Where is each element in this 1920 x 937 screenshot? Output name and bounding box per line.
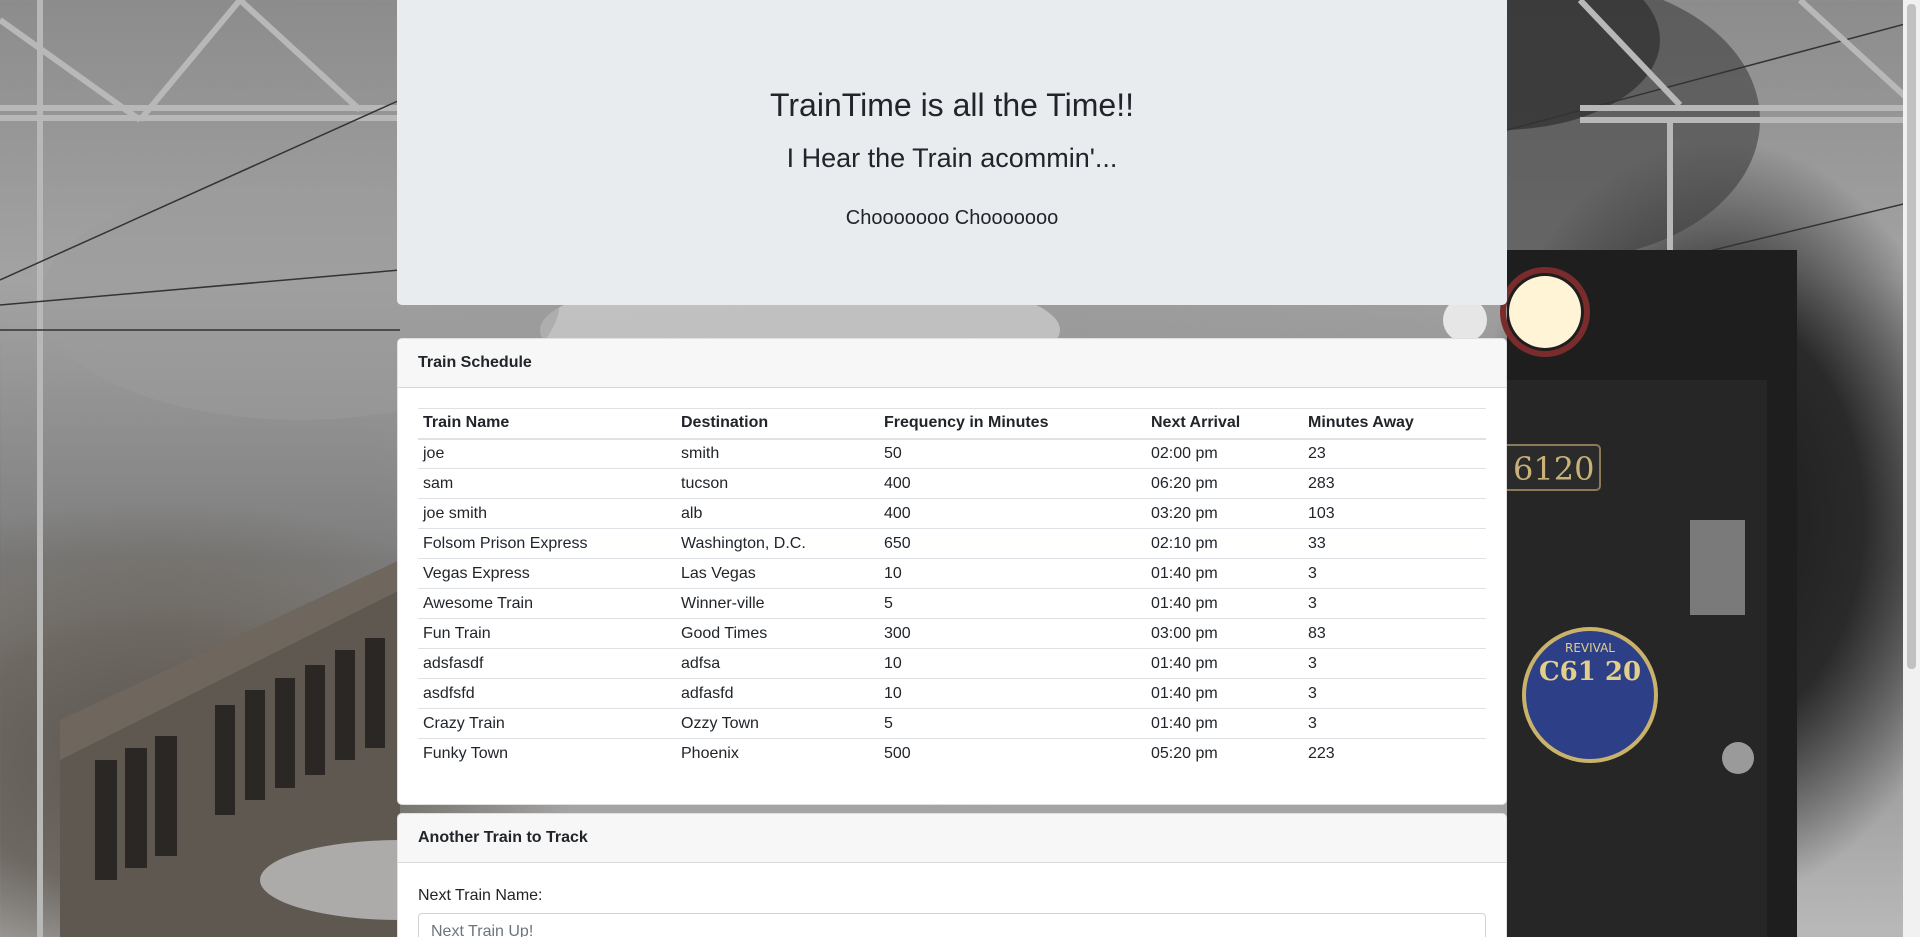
table-row: Fun Train Good Times 300 03:00 pm 83 bbox=[418, 618, 1486, 649]
cell-train-name: Funky Town bbox=[418, 738, 676, 769]
cell-destination: Phoenix bbox=[676, 738, 879, 769]
cell-minutes-away: 103 bbox=[1303, 498, 1486, 529]
train-name-input[interactable] bbox=[418, 913, 1486, 937]
svg-text:REVIVAL: REVIVAL bbox=[1565, 641, 1615, 655]
page-tagline: Chooooooo Chooooooo bbox=[845, 207, 1059, 229]
cell-minutes-away: 33 bbox=[1303, 528, 1486, 559]
cell-next-arrival: 03:00 pm bbox=[1146, 618, 1303, 649]
cell-minutes-away: 3 bbox=[1303, 558, 1486, 589]
cell-minutes-away: 283 bbox=[1303, 468, 1486, 499]
cell-frequency: 400 bbox=[879, 498, 1146, 529]
cell-next-arrival: 05:20 pm bbox=[1146, 738, 1303, 769]
train-schedule-rows: joe smith 50 02:00 pm 23 sam tucson 400 06:20 pm… bbox=[418, 438, 1486, 769]
cell-destination: adfasfd bbox=[676, 678, 879, 709]
cell-minutes-away: 3 bbox=[1303, 588, 1486, 619]
table-header-row: Train Name Destination Frequency in Minu… bbox=[418, 408, 1486, 440]
cell-next-arrival: 02:00 pm bbox=[1146, 438, 1303, 469]
table-row: Funky Town Phoenix 500 05:20 pm 223 bbox=[418, 738, 1486, 769]
table-row: Awesome Train Winner-ville 5 01:40 pm 3 bbox=[418, 588, 1486, 619]
column-header-next-arrival: Next Arrival bbox=[1146, 408, 1303, 440]
cell-next-arrival: 01:40 pm bbox=[1146, 588, 1303, 619]
cell-train-name: asdfsfd bbox=[418, 678, 676, 709]
cell-frequency: 50 bbox=[879, 438, 1146, 469]
table-row: joe smith alb 400 03:20 pm 103 bbox=[418, 498, 1486, 529]
train-schedule-body: Train Name Destination Frequency in Minu… bbox=[398, 388, 1506, 789]
cell-frequency: 10 bbox=[879, 558, 1146, 589]
cell-next-arrival: 03:20 pm bbox=[1146, 498, 1303, 529]
train-schedule-table: Train Name Destination Frequency in Minu… bbox=[418, 408, 1486, 769]
table-row: adsfasdf adfsa 10 01:40 pm 3 bbox=[418, 648, 1486, 679]
cell-train-name: sam bbox=[418, 468, 676, 499]
cell-frequency: 5 bbox=[879, 708, 1146, 739]
svg-text:C61 20: C61 20 bbox=[1539, 657, 1641, 687]
table-row: asdfsfd adfasfd 10 01:40 pm 3 bbox=[418, 678, 1486, 709]
cell-train-name: Vegas Express bbox=[418, 558, 676, 589]
jumbotron: TrainTime is all the Time!! I Hear the T… bbox=[397, 0, 1507, 305]
cell-destination: adfsa bbox=[676, 648, 879, 679]
column-header-destination: Destination bbox=[676, 408, 879, 440]
page-subtitle: I Hear the Train acommin'... bbox=[786, 143, 1118, 173]
train-name-label: Next Train Name: bbox=[418, 887, 543, 904]
cell-destination: Washington, D.C. bbox=[676, 528, 879, 559]
cell-minutes-away: 3 bbox=[1303, 678, 1486, 709]
cell-next-arrival: 01:40 pm bbox=[1146, 558, 1303, 589]
cell-destination: Winner-ville bbox=[676, 588, 879, 619]
cell-next-arrival: 01:40 pm bbox=[1146, 678, 1303, 709]
cell-frequency: 650 bbox=[879, 528, 1146, 559]
add-train-form: Next Train Name: bbox=[398, 863, 1506, 937]
cell-minutes-away: 3 bbox=[1303, 648, 1486, 679]
cell-train-name: Crazy Train bbox=[418, 708, 676, 739]
cell-next-arrival: 02:10 pm bbox=[1146, 528, 1303, 559]
cell-frequency: 10 bbox=[879, 678, 1146, 709]
cell-minutes-away: 223 bbox=[1303, 738, 1486, 769]
cell-minutes-away: 3 bbox=[1303, 708, 1486, 739]
main-container: TrainTime is all the Time!! I Hear the T… bbox=[397, 0, 1507, 937]
cell-destination: Ozzy Town bbox=[676, 708, 879, 739]
train-schedule-card: Train Schedule Train Name Destination Fr… bbox=[397, 338, 1507, 805]
page-title: TrainTime is all the Time!! bbox=[770, 87, 1134, 123]
cell-frequency: 300 bbox=[879, 618, 1146, 649]
cell-frequency: 10 bbox=[879, 648, 1146, 679]
column-header-minutes-away: Minutes Away bbox=[1303, 408, 1486, 440]
cell-train-name: joe smith bbox=[418, 498, 676, 529]
cell-train-name: Folsom Prison Express bbox=[418, 528, 676, 559]
cell-train-name: Fun Train bbox=[418, 618, 676, 649]
cell-next-arrival: 01:40 pm bbox=[1146, 648, 1303, 679]
table-row: sam tucson 400 06:20 pm 283 bbox=[418, 468, 1486, 499]
cell-minutes-away: 83 bbox=[1303, 618, 1486, 649]
cell-minutes-away: 23 bbox=[1303, 438, 1486, 469]
table-row: joe smith 50 02:00 pm 23 bbox=[418, 438, 1486, 469]
cell-destination: alb bbox=[676, 498, 879, 529]
table-row: Crazy Train Ozzy Town 5 01:40 pm 3 bbox=[418, 708, 1486, 739]
cell-destination: Las Vegas bbox=[676, 558, 879, 589]
table-row: Folsom Prison Express Washington, D.C. 650… bbox=[418, 528, 1486, 559]
cell-train-name: joe bbox=[418, 438, 676, 469]
cell-destination: tucson bbox=[676, 468, 879, 499]
table-row: Vegas Express Las Vegas 10 01:40 pm 3 bbox=[418, 558, 1486, 589]
column-header-train-name: Train Name bbox=[418, 408, 676, 440]
column-header-frequency: Frequency in Minutes bbox=[879, 408, 1146, 440]
cell-frequency: 400 bbox=[879, 468, 1146, 499]
cell-destination: Good Times bbox=[676, 618, 879, 649]
add-train-card: Another Train to Track Next Train Name: bbox=[397, 813, 1507, 937]
page-scrollbar[interactable] bbox=[1903, 0, 1920, 937]
train-schedule-header: Train Schedule bbox=[398, 339, 1506, 388]
add-train-header: Another Train to Track bbox=[398, 814, 1506, 863]
cell-train-name: adsfasdf bbox=[418, 648, 676, 679]
cell-frequency: 500 bbox=[879, 738, 1146, 769]
svg-text:6120: 6120 bbox=[1513, 450, 1594, 488]
cell-next-arrival: 06:20 pm bbox=[1146, 468, 1303, 499]
cell-frequency: 5 bbox=[879, 588, 1146, 619]
cell-next-arrival: 01:40 pm bbox=[1146, 708, 1303, 739]
scrollbar-thumb[interactable] bbox=[1907, 4, 1916, 669]
cell-train-name: Awesome Train bbox=[418, 588, 676, 619]
cell-destination: smith bbox=[676, 438, 879, 469]
